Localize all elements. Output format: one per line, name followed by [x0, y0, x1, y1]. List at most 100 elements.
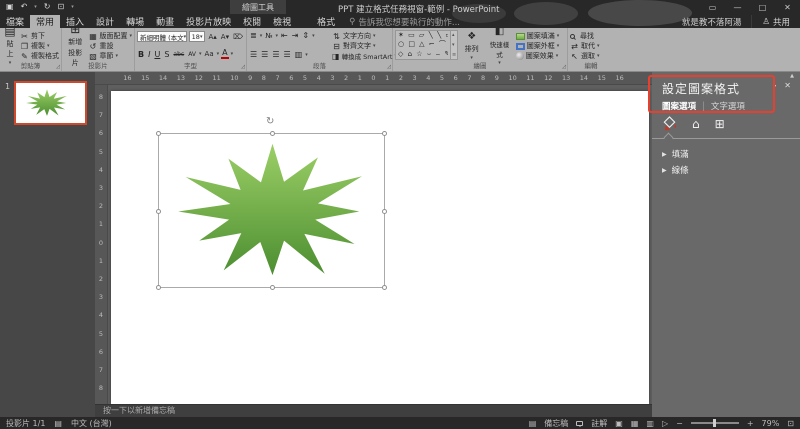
align-right-button[interactable]: ☰ [271, 50, 280, 59]
cut-button[interactable]: ✂剪下 [20, 31, 59, 41]
zoom-slider-thumb[interactable] [713, 419, 716, 427]
selection-handle[interactable] [270, 131, 275, 136]
justify-button[interactable]: ☰ [283, 50, 292, 59]
align-text-button[interactable]: ⊟對齊文字▾ [332, 41, 390, 51]
qat-customize-icon[interactable]: ▾ [71, 4, 74, 10]
align-center-button[interactable]: ☰ [260, 50, 269, 59]
fit-to-window-icon[interactable]: ⊡ [787, 419, 794, 428]
selection-handle[interactable] [270, 285, 275, 290]
size-properties-icon[interactable]: ⊞ [715, 118, 725, 130]
shape-gallery[interactable]: ✶ ▭ ▱ ╲ ╲ ▭ ○ □ △ ⌐ ⌒ ⇨ ◇ ⌂ ☆ ⌣ ⌢ ✎ [395, 30, 451, 60]
reset-button[interactable]: ↺重設 [88, 41, 132, 51]
fill-line-bucket-icon[interactable] [662, 116, 677, 131]
underline-button[interactable]: U [153, 50, 161, 59]
zoom-level[interactable]: 79% [762, 419, 780, 428]
columns-button[interactable]: ▥ [294, 50, 304, 59]
font-name-combo[interactable]: 新細明體 (本文▾ [137, 31, 187, 42]
maximize-icon[interactable]: □ [750, 0, 775, 14]
align-left-button[interactable]: ☰ [249, 50, 258, 59]
tab-transitions[interactable]: 轉場 [120, 15, 150, 28]
undo-icon[interactable]: ↶ [21, 2, 28, 11]
shape-fill-button[interactable]: 圖案填滿▾ [516, 31, 565, 41]
starburst-shape[interactable] [164, 137, 381, 286]
shape-outline-button[interactable]: 圖案外框▾ [516, 41, 565, 51]
layout-button[interactable]: ▦版面配置▾ [88, 31, 132, 41]
rotate-handle[interactable]: ↻ [266, 117, 274, 127]
character-spacing-button[interactable]: AV [187, 51, 197, 58]
font-color-button[interactable]: A [221, 49, 228, 59]
pane-scroll-up-icon[interactable]: ▲ [790, 73, 794, 79]
selection-handle[interactable] [156, 131, 161, 136]
arrange-button[interactable]: ❖ 排列 ▾ [460, 30, 483, 60]
bold-button[interactable]: B [137, 50, 145, 59]
tab-home[interactable]: 常用 [30, 15, 60, 28]
decrease-indent-button[interactable]: ⇤ [280, 31, 289, 40]
tab-format[interactable]: 格式 [311, 15, 341, 28]
account-name[interactable]: 就是教不落阿湯 [682, 15, 742, 28]
numbering-button[interactable]: № [264, 32, 273, 40]
tab-file[interactable]: 檔案 [0, 15, 30, 28]
shape-selection-box[interactable]: ↻ [158, 133, 385, 288]
tab-design[interactable]: 設計 [90, 15, 120, 28]
tab-animations[interactable]: 動畫 [150, 15, 180, 28]
selection-handle[interactable] [156, 285, 161, 290]
tab-review[interactable]: 校閱 [237, 15, 267, 28]
clear-formatting-button[interactable]: ⌦ [232, 33, 244, 41]
fill-section-header[interactable]: ▶ 填滿 [662, 148, 689, 160]
zoom-out-icon[interactable]: − [676, 419, 683, 428]
share-button[interactable]: ♙ 共用 [751, 15, 800, 28]
shape-gallery-scrollbar[interactable]: ▴ ▾ ≡ [451, 30, 458, 60]
copy-button[interactable]: ❐複製▾ [20, 41, 59, 51]
accessibility-icon[interactable]: ▤ [54, 419, 62, 428]
normal-view-icon[interactable]: ▣ [615, 419, 623, 428]
slide-thumbnail[interactable] [14, 81, 87, 125]
tab-view[interactable]: 檢視 [267, 15, 297, 28]
language-indicator[interactable]: 中文 (台灣) [71, 418, 112, 429]
selection-handle[interactable] [156, 209, 161, 214]
replace-button[interactable]: ⇄取代▾ [570, 41, 612, 51]
shrink-font-button[interactable]: A▾ [220, 33, 230, 41]
dialog-launcher-icon[interactable]: ◿ [56, 64, 60, 70]
tab-slideshow[interactable]: 投影片放映 [180, 15, 237, 28]
close-icon[interactable]: ✕ [775, 0, 800, 14]
save-icon[interactable]: ▣ [6, 2, 14, 11]
bullets-button[interactable]: ≣ [249, 31, 258, 40]
tell-me-box[interactable]: ⚲ 告訴我您想要執行的動作... [349, 15, 460, 28]
pane-close-icon[interactable]: ✕ [784, 81, 791, 90]
grow-font-button[interactable]: A▴ [207, 33, 217, 41]
dialog-launcher-icon[interactable]: ◿ [241, 64, 245, 70]
undo-dropdown-icon[interactable]: ▾ [34, 4, 37, 10]
line-spacing-button[interactable]: ⇕ [301, 31, 310, 40]
scroll-down-icon[interactable]: ▾ [452, 42, 456, 48]
gallery-more-icon[interactable]: ≡ [452, 52, 456, 58]
font-size-combo[interactable]: 18▾ [189, 31, 206, 42]
line-section-header[interactable]: ▶ 線條 [662, 164, 689, 176]
find-button[interactable]: 尋找 [570, 31, 612, 41]
paste-button[interactable]: ▤ 貼上 ▾ [2, 30, 18, 60]
selection-handle[interactable] [382, 209, 387, 214]
text-direction-button[interactable]: ⇅文字方向▾ [332, 31, 390, 41]
zoom-slider[interactable] [691, 422, 739, 424]
increase-indent-button[interactable]: ⇥ [291, 31, 300, 40]
redo-icon[interactable]: ↻ [44, 2, 51, 11]
quick-styles-button[interactable]: ◧ 快速樣式 ▾ [485, 30, 514, 60]
change-case-button[interactable]: Aa [204, 50, 215, 58]
minimize-icon[interactable]: — [725, 0, 750, 14]
slideshow-view-icon[interactable]: ▷ [662, 419, 668, 428]
slide-canvas[interactable]: ↻ [111, 91, 649, 404]
ribbon-display-options-icon[interactable]: ▭ [700, 0, 725, 14]
notes-placeholder[interactable]: 按一下以新增備忘稿 [95, 404, 652, 417]
selection-handle[interactable] [382, 131, 387, 136]
text-shadow-button[interactable]: S [163, 50, 170, 59]
start-presentation-icon[interactable]: ⊡ [57, 2, 64, 11]
effects-icon[interactable]: ⌂ [692, 118, 700, 130]
slide-sorter-view-icon[interactable]: ▦ [631, 419, 639, 428]
notes-toggle[interactable]: 備忘稿 [544, 418, 568, 429]
selection-handle[interactable] [382, 285, 387, 290]
strikethrough-button[interactable]: abc [172, 51, 185, 58]
scroll-up-icon[interactable]: ▴ [452, 32, 456, 38]
tab-insert[interactable]: 插入 [60, 15, 90, 28]
dialog-launcher-icon[interactable]: ◿ [387, 64, 391, 70]
new-slide-button[interactable]: ⊞ 新增 投影片 [64, 30, 86, 60]
dialog-launcher-icon[interactable]: ◿ [562, 64, 566, 70]
